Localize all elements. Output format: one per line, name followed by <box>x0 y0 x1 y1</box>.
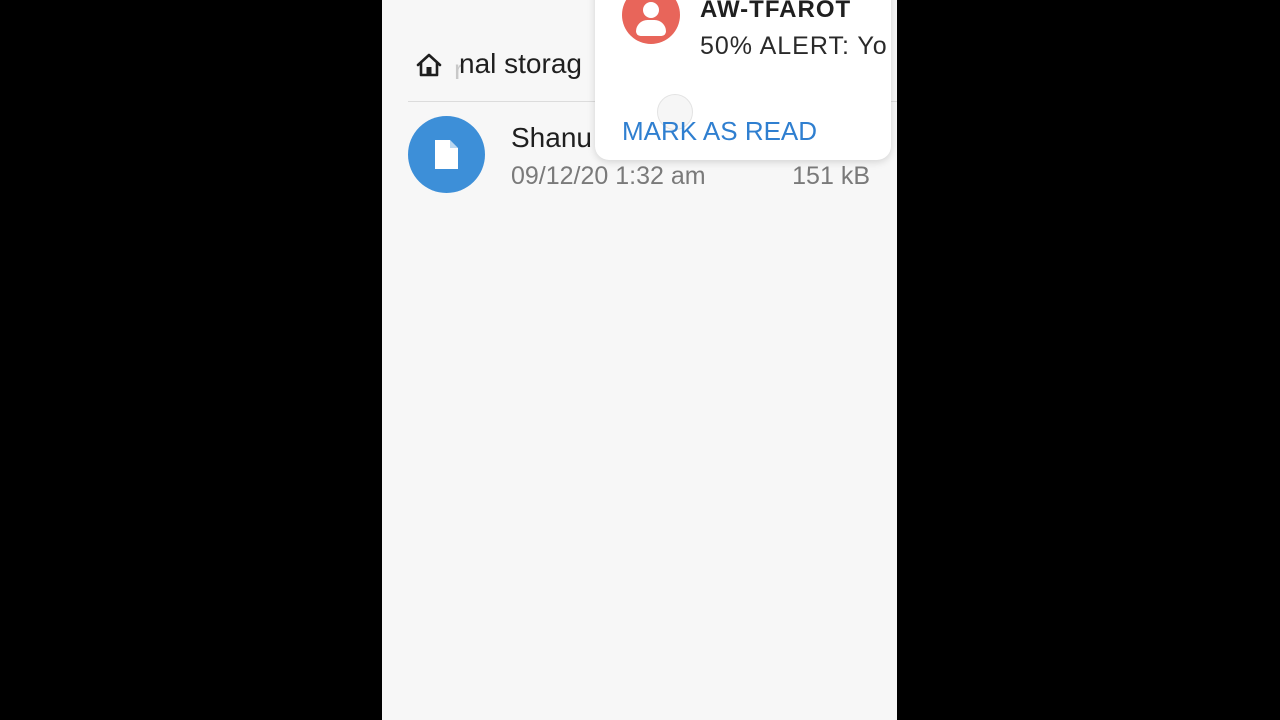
file-size: 151 kB <box>792 162 870 190</box>
file-avatar <box>408 116 485 193</box>
file-date: 09/12/20 1:32 am <box>511 162 706 190</box>
notification-sender: AW-TFAROT <box>700 0 852 23</box>
mark-as-read-button[interactable]: MARK AS READ <box>622 116 817 147</box>
notification-popup[interactable]: AW-TFAROT 50% ALERT: Yo MARK AS READ <box>595 0 891 160</box>
person-icon <box>622 0 680 44</box>
breadcrumb-path[interactable]: nal storag <box>459 48 582 80</box>
notification-message: 50% ALERT: Yo <box>700 32 888 60</box>
phone-screen: r nal storag Shanu 09/12/20 1:32 am 151 … <box>382 0 897 720</box>
file-name: Shanu <box>511 122 592 153</box>
document-icon <box>435 140 458 169</box>
home-icon[interactable] <box>415 52 443 78</box>
